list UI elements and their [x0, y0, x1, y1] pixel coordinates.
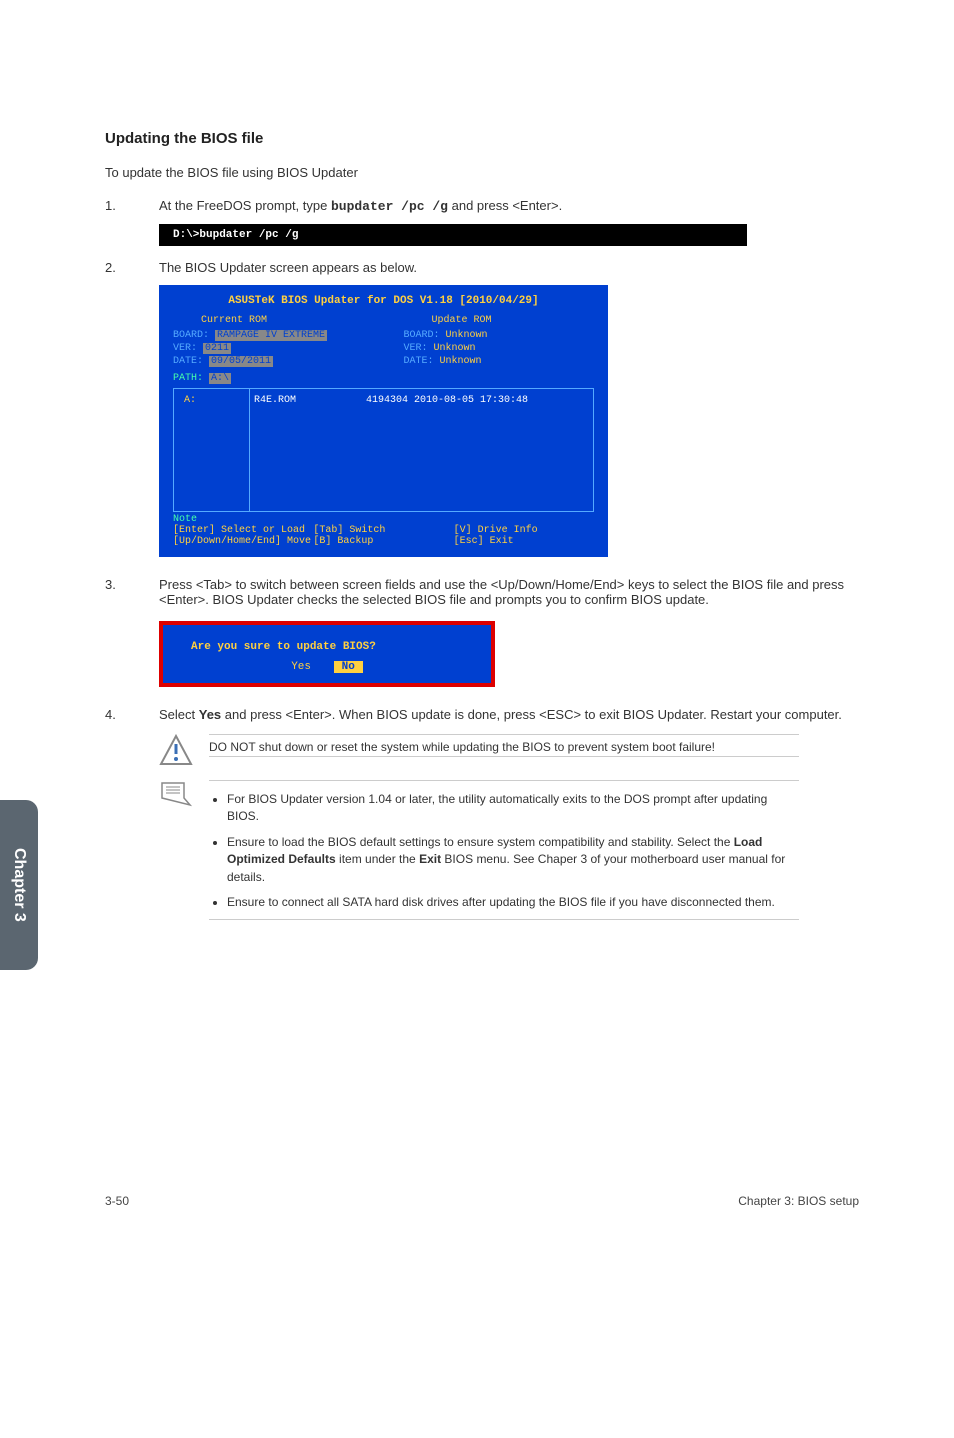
step-number: 1. — [105, 198, 159, 214]
field-value: Unknown — [446, 330, 488, 341]
field-key: BOARD: — [404, 330, 446, 341]
text: Select — [159, 707, 199, 722]
text: and press <Enter>. When BIOS update is d… — [221, 707, 842, 722]
field-value: Unknown — [440, 356, 482, 367]
step-2: 2. The BIOS Updater screen appears as be… — [105, 260, 859, 275]
hint: [Enter] Select or Load — [173, 525, 313, 536]
field-key: VER: — [173, 343, 203, 354]
bios-title: ASUSTeK BIOS Updater for DOS V1.18 [2010… — [161, 287, 606, 317]
note-item: Ensure to load the BIOS default settings… — [227, 834, 799, 886]
terminal-output: D:\>bupdater /pc /g — [159, 224, 747, 246]
step-text: Press <Tab> to switch between screen fie… — [159, 577, 859, 607]
text: item under the — [336, 852, 419, 866]
warning-icon — [159, 734, 193, 768]
text: and press <Enter>. — [448, 198, 562, 213]
file-list: A: R4E.ROM 4194304 2010-08-05 17:30:48 — [173, 388, 594, 512]
text: Ensure to load the BIOS default settings… — [227, 835, 734, 849]
field-value: 0211 — [203, 343, 231, 354]
page-number: 3-50 — [105, 1194, 129, 1208]
note-icon — [159, 780, 193, 808]
note-item: For BIOS Updater version 1.04 or later, … — [227, 791, 799, 826]
warning-text: DO NOT shut down or reset the system whi… — [209, 734, 799, 757]
confirm-dialog: Are you sure to update BIOS? Yes No — [159, 621, 495, 687]
panel-label: Update ROM — [432, 315, 595, 326]
note-item: Ensure to connect all SATA hard disk dri… — [227, 894, 799, 911]
text: At the FreeDOS prompt, type — [159, 198, 331, 213]
hint: [Esc] Exit — [454, 536, 594, 547]
step-1: 1. At the FreeDOS prompt, type bupdater … — [105, 198, 859, 214]
field-value: 09/05/2011 — [209, 356, 273, 367]
page-footer: 3-50 Chapter 3: BIOS setup — [105, 1194, 859, 1208]
field-value: Unknown — [434, 343, 476, 354]
file-name: R4E.ROM — [254, 395, 296, 505]
hint: [Up/Down/Home/End] Move — [173, 536, 313, 547]
hint: [V] Drive Info — [454, 525, 594, 536]
bios-updater-screen: ASUSTeK BIOS Updater for DOS V1.18 [2010… — [159, 285, 608, 557]
update-rom-panel: Update ROM BOARD: Unknown VER: Unknown D… — [404, 317, 595, 367]
confirm-question: Are you sure to update BIOS? — [177, 641, 477, 653]
step-number: 4. — [105, 707, 159, 722]
command-inline: bupdater /pc /g — [331, 199, 448, 214]
step-number: 3. — [105, 577, 159, 607]
drive-letter: A: — [174, 389, 250, 511]
step-4: 4. Select Yes and press <Enter>. When BI… — [105, 707, 859, 722]
info-callout: For BIOS Updater version 1.04 or later, … — [159, 780, 799, 920]
file-meta: 4194304 2010-08-05 17:30:48 — [366, 395, 528, 505]
step-text: At the FreeDOS prompt, type bupdater /pc… — [159, 198, 859, 214]
warning-callout: DO NOT shut down or reset the system whi… — [159, 734, 799, 768]
hint: [Tab] Switch — [313, 525, 453, 536]
note-label: Note — [173, 514, 594, 525]
chapter-label: Chapter 3: BIOS setup — [738, 1194, 859, 1208]
field-value: RAMPAGE IV EXTREME — [215, 330, 327, 341]
bold-text: Exit — [419, 852, 441, 866]
field-key: DATE: — [404, 356, 440, 367]
field-value: A:\ — [209, 373, 231, 384]
field-key: DATE: — [173, 356, 209, 367]
field-key: VER: — [404, 343, 434, 354]
no-option: No — [334, 661, 363, 673]
current-rom-panel: Current ROM BOARD: RAMPAGE IV EXTREME VE… — [173, 317, 364, 367]
path-line: PATH: A:\ — [161, 367, 606, 386]
step-number: 2. — [105, 260, 159, 275]
step-text: Select Yes and press <Enter>. When BIOS … — [159, 707, 859, 722]
bold-text: Yes — [199, 707, 221, 722]
panel-label: Current ROM — [201, 315, 364, 326]
intro-text: To update the BIOS file using BIOS Updat… — [105, 165, 859, 180]
field-key: BOARD: — [173, 330, 215, 341]
section-heading: Updating the BIOS file — [105, 130, 859, 147]
yes-option: Yes — [291, 661, 311, 673]
step-3: 3. Press <Tab> to switch between screen … — [105, 577, 859, 607]
step-text: The BIOS Updater screen appears as below… — [159, 260, 859, 275]
field-key: PATH: — [173, 373, 209, 384]
hint: [B] Backup — [313, 536, 453, 547]
